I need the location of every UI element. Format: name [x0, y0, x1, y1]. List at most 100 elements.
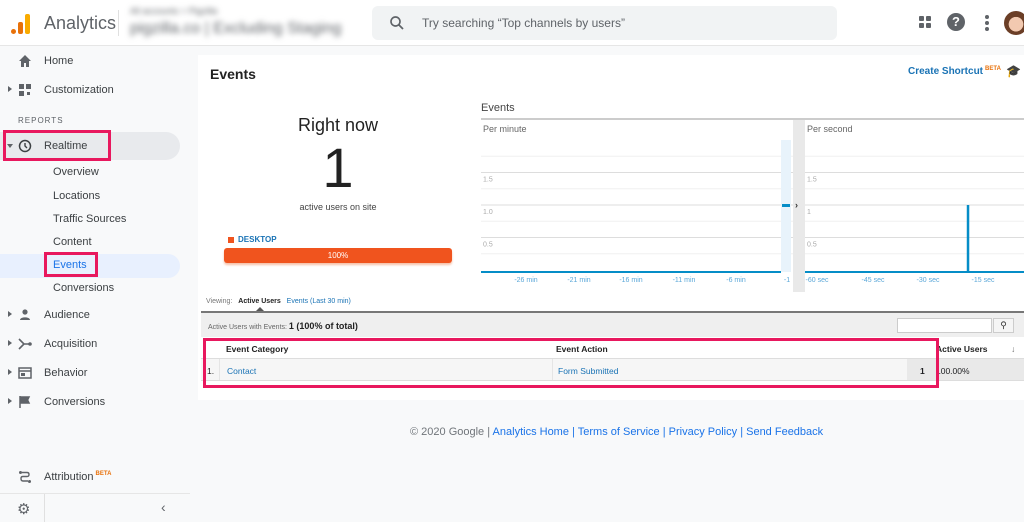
device-legend: DESKTOP: [228, 235, 277, 244]
copyright: © 2020 Google: [410, 426, 485, 438]
sidebar-item-label: Behavior: [44, 367, 88, 379]
property-view: pigzilla.co | Excluding Staging: [130, 20, 342, 37]
y-tick-label: 1: [807, 209, 811, 216]
apps-icon[interactable]: [916, 13, 936, 33]
footer-link-feedback[interactable]: Send Feedback: [746, 426, 823, 438]
per-minute-chart-svg: 0.5 1.0 1.5 -26 min -21 min -16 min -11 min -6 …: [481, 140, 793, 284]
sidebar-item-conversions[interactable]: Conversions: [0, 388, 180, 416]
caret-right-icon: [8, 369, 12, 375]
sidebar: Home Customization REPORTS Realtime Over…: [0, 46, 190, 522]
caret-right-icon: [8, 340, 12, 346]
x-tick-label: -45 sec: [862, 277, 885, 284]
y-tick-label: 0.5: [807, 242, 817, 249]
right-now-label: Right now: [297, 115, 379, 135]
analytics-logo-icon[interactable]: [11, 12, 33, 34]
tab-events-last-30[interactable]: Events (Last 30 min): [287, 298, 351, 305]
tab-active-users[interactable]: Active Users: [238, 298, 280, 305]
x-tick-label: -15 sec: [972, 277, 995, 284]
device-label: DESKTOP: [238, 235, 277, 244]
x-tick-label: -11 min: [673, 277, 696, 284]
viewing-tabs: Viewing: Active Users Events (Last 30 mi…: [206, 298, 351, 305]
sidebar-subitem-content[interactable]: Content: [53, 236, 92, 248]
table-search-input[interactable]: [897, 318, 992, 333]
y-tick-label: 1.5: [483, 177, 493, 184]
x-tick-label: -30 sec: [917, 277, 940, 284]
person-icon: [20, 309, 30, 320]
search-bar[interactable]: Try searching “Top channels by users”: [372, 6, 837, 40]
device-share-bar: 100%: [224, 248, 452, 263]
divider: [44, 494, 45, 522]
footer-link-analytics-home[interactable]: Analytics Home: [493, 426, 569, 438]
right-now-panel: Right now 1 active users on site: [224, 115, 452, 212]
search-icon: ⚲: [1000, 320, 1007, 330]
sidebar-subitem-overview[interactable]: Overview: [53, 166, 99, 178]
sidebar-item-label: Acquisition: [44, 338, 98, 350]
per-minute-chart: 0.5 1.0 1.5 -26 min -21 min -16 min -11 min -6 …: [481, 118, 793, 292]
footer-link-terms[interactable]: Terms of Service: [578, 426, 660, 438]
graduation-cap-icon[interactable]: 🎓: [1006, 64, 1021, 78]
acquisition-icon: [18, 338, 32, 350]
beta-badge: BETA: [985, 66, 1001, 72]
sidebar-subitem-locations[interactable]: Locations: [53, 190, 100, 202]
table-search-button[interactable]: ⚲: [993, 318, 1014, 333]
sidebar-footer: ⚙ ‹: [0, 493, 190, 522]
main-content: Events Create Shortcut BETA 🎓 Right now 1…: [198, 55, 1024, 400]
arrow-down-icon[interactable]: ↓: [1011, 344, 1015, 354]
charts-title: Events: [481, 102, 515, 114]
column-header-active-users[interactable]: Active Users: [936, 344, 988, 354]
caret-right-icon: [8, 86, 12, 92]
annotation-highlight-table: [203, 338, 939, 388]
active-users-percent: 100.00%: [936, 366, 970, 376]
sidebar-subitem-conversions[interactable]: Conversions: [53, 282, 114, 294]
footer-link-privacy[interactable]: Privacy Policy: [669, 426, 737, 438]
help-icon[interactable]: ?: [947, 13, 967, 33]
attribution-icon: [19, 471, 31, 483]
viewing-label: Viewing:: [206, 298, 233, 305]
page-footer: © 2020 Google | Analytics Home | Terms o…: [410, 426, 824, 438]
sidebar-subitem-traffic-sources[interactable]: Traffic Sources: [53, 213, 126, 225]
beta-badge: BETA: [95, 471, 112, 477]
per-second-chart-svg: 0.5 1 1.5 -60 sec -45 sec -30 sec -15 sec: [805, 155, 1024, 284]
chart-title: Per minute: [483, 124, 527, 134]
more-vert-icon[interactable]: [977, 13, 997, 33]
active-users-percent-cell: 100.00%: [932, 359, 1024, 380]
create-shortcut-label: Create Shortcut: [908, 66, 984, 77]
data-bar: [966, 205, 970, 272]
attribution-label: Attribution: [44, 471, 94, 483]
sidebar-item-behavior[interactable]: Behavior: [0, 359, 180, 387]
sidebar-item-label: Conversions: [44, 396, 106, 408]
collapse-sidebar-icon[interactable]: ‹: [161, 499, 166, 515]
search-placeholder: Try searching “Top channels by users”: [422, 16, 625, 30]
page-title: Events: [210, 66, 256, 82]
y-tick-label: 1.0: [483, 209, 493, 216]
sidebar-item-home[interactable]: Home: [0, 47, 180, 75]
per-second-chart: 0.5 1 1.5 -60 sec -45 sec -30 sec -15 sec Per …: [805, 118, 1024, 292]
gear-icon[interactable]: ⚙: [17, 500, 30, 518]
sidebar-item-acquisition[interactable]: Acquisition: [0, 330, 180, 358]
annotation-highlight-events: [44, 252, 98, 277]
home-icon: [19, 55, 31, 67]
avatar[interactable]: [1004, 11, 1024, 35]
chart-splitter[interactable]: ›: [793, 118, 805, 292]
create-shortcut-link[interactable]: Create Shortcut BETA: [908, 66, 1001, 77]
chart-title: Per second: [807, 124, 853, 134]
behavior-icon: [18, 367, 32, 379]
reports-section-label: REPORTS: [18, 116, 64, 125]
y-tick-label: 1.5: [807, 177, 817, 184]
x-tick-label: -1: [784, 277, 790, 284]
x-tick-label: -6 min: [726, 277, 746, 284]
caret-right-icon: [8, 398, 12, 404]
sidebar-item-label: Customization: [44, 84, 114, 96]
sidebar-item-audience[interactable]: Audience: [0, 301, 180, 329]
legend-swatch: [228, 236, 234, 243]
summary-prefix: Active Users with Events:: [208, 324, 287, 331]
active-users-count: 1: [322, 136, 354, 199]
sidebar-item-customization[interactable]: Customization: [0, 76, 180, 104]
account-selector[interactable]: All accounts > Pigzilla pigzilla.co | Ex…: [130, 6, 341, 38]
summary-value: 1 (100% of total): [288, 321, 358, 331]
sidebar-item-label: Attribution BETA: [44, 471, 111, 483]
y-tick-label: 0.5: [483, 242, 493, 249]
sidebar-item-attribution[interactable]: Attribution BETA: [0, 463, 180, 491]
divider: [118, 10, 119, 36]
summary-text: Active Users with Events: 1 (100% of tot…: [208, 321, 358, 331]
